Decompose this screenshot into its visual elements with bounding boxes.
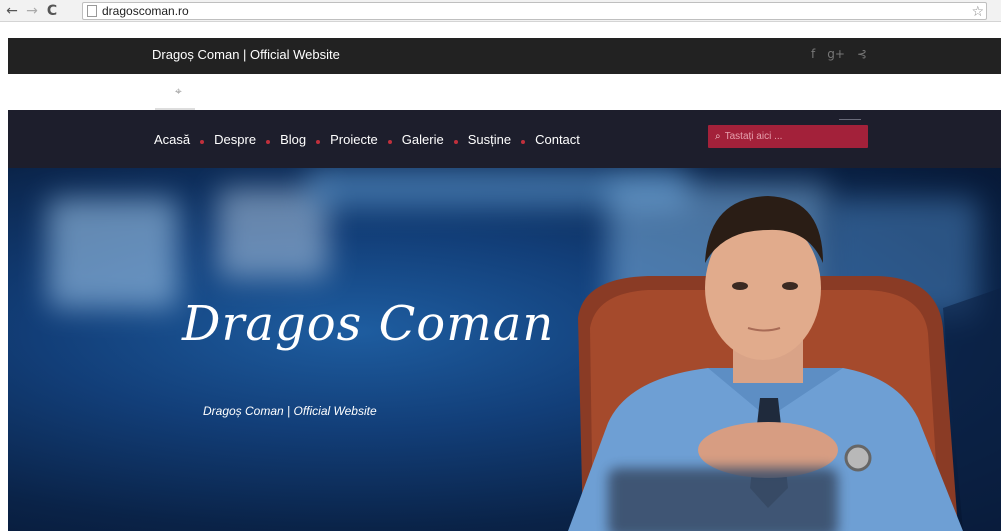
- browser-toolbar: ← → C dragoscoman.ro ☆: [0, 0, 1001, 22]
- info-strip: [8, 74, 1001, 110]
- nav-item-proiecte[interactable]: Proiecte: [330, 132, 378, 147]
- google-plus-icon[interactable]: g+: [827, 47, 845, 61]
- nav-item-despre[interactable]: Despre: [214, 132, 256, 147]
- facebook-icon[interactable]: f: [811, 47, 815, 61]
- site-tagline: Dragoș Coman | Official Website: [152, 47, 340, 62]
- nav-separator: [387, 139, 392, 144]
- reload-icon[interactable]: C: [44, 3, 60, 19]
- right-eye: [782, 282, 798, 290]
- search-decoration: [839, 112, 861, 120]
- back-arrow-icon[interactable]: ←: [4, 3, 20, 19]
- nav-item-contact[interactable]: Contact: [535, 132, 580, 147]
- location-pin-icon[interactable]: ⌖: [175, 84, 182, 99]
- left-eye: [732, 282, 748, 290]
- nav-separator: [453, 139, 458, 144]
- nav-menu: Acasă Despre Blog Proiecte Galerie Susți…: [154, 132, 580, 147]
- search-input[interactable]: [724, 131, 855, 142]
- nav-separator: [521, 139, 526, 144]
- rss-icon[interactable]: ⊰: [857, 47, 867, 61]
- nav-item-galerie[interactable]: Galerie: [402, 132, 444, 147]
- hero-banner: Dragos Coman Dragoș Coman | Official Web…: [8, 168, 1001, 531]
- signature-logo: Dragos Coman: [182, 296, 555, 352]
- nav-item-acasa[interactable]: Acasă: [154, 132, 190, 147]
- nav-item-sustine[interactable]: Susține: [468, 132, 511, 147]
- nav-separator: [266, 139, 271, 144]
- foreground-blur: [608, 468, 838, 531]
- nav-item-blog[interactable]: Blog: [280, 132, 306, 147]
- forward-arrow-icon[interactable]: →: [24, 3, 40, 19]
- address-bar[interactable]: dragoscoman.ro ☆: [82, 2, 987, 20]
- bookmark-star-icon[interactable]: ☆: [971, 4, 984, 20]
- hero-subtitle: Dragoș Coman | Official Website: [203, 404, 377, 418]
- search-box[interactable]: ⌕: [708, 125, 868, 148]
- social-links: f g+ ⊰: [811, 47, 867, 61]
- nav-separator: [316, 139, 321, 144]
- site-top-bar: Dragoș Coman | Official Website f g+ ⊰: [8, 38, 1001, 74]
- nav-separator: [200, 139, 205, 144]
- page-icon: [87, 5, 97, 17]
- search-icon: ⌕: [715, 131, 721, 142]
- url-text[interactable]: dragoscoman.ro: [102, 4, 189, 18]
- wristwatch: [844, 444, 872, 472]
